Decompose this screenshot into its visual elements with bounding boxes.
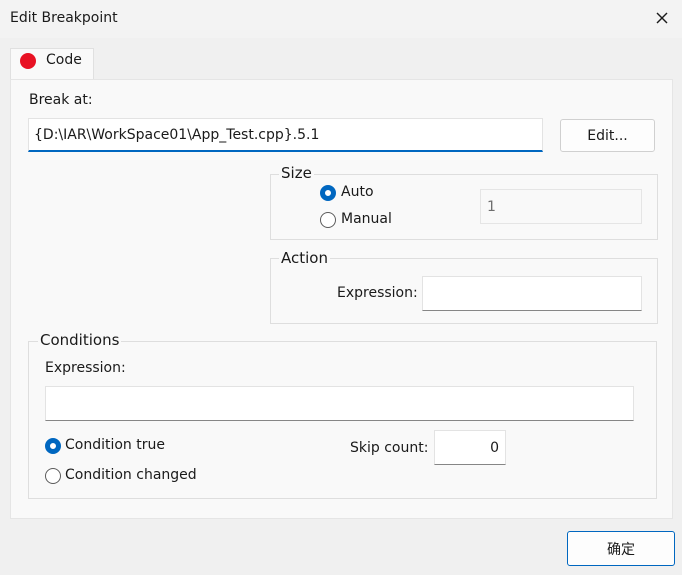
tab-code-label: Code (46, 52, 82, 68)
skip-count-value: 0 (490, 439, 499, 456)
conditions-expression-label: Expression: (45, 360, 126, 376)
window-title: Edit Breakpoint (10, 10, 118, 26)
condition-changed-radio[interactable] (45, 468, 61, 484)
size-manual-value: 1 (487, 198, 496, 215)
red-dot-icon (20, 53, 36, 69)
skip-count-label: Skip count: (350, 440, 429, 456)
condition-changed-label[interactable]: Condition changed (65, 467, 197, 483)
break-at-input[interactable]: {D:\IAR\WorkSpace01\App_Test.cpp}.5.1 (28, 118, 543, 152)
action-legend: Action (279, 249, 330, 267)
conditions-legend: Conditions (38, 331, 122, 349)
action-expression-input[interactable] (422, 276, 642, 311)
skip-count-input[interactable]: 0 (434, 430, 506, 465)
size-auto-label[interactable]: Auto (341, 184, 374, 200)
edit-button-label: Edit... (587, 127, 628, 144)
condition-true-label[interactable]: Condition true (65, 437, 165, 453)
size-legend: Size (279, 164, 314, 182)
conditions-expression-input[interactable] (45, 386, 634, 421)
condition-true-radio[interactable] (45, 438, 61, 454)
size-auto-radio[interactable] (320, 185, 336, 201)
size-manual-label[interactable]: Manual (341, 211, 392, 227)
ok-button[interactable]: 确定 (567, 531, 675, 566)
size-manual-radio[interactable] (320, 212, 336, 228)
ok-button-label: 确定 (607, 541, 635, 558)
action-expression-label: Expression: (337, 285, 418, 301)
break-at-value: {D:\IAR\WorkSpace01\App_Test.cpp}.5.1 (34, 126, 320, 143)
size-manual-input: 1 (480, 189, 642, 224)
close-icon[interactable] (650, 6, 674, 30)
break-at-label: Break at: (29, 92, 93, 108)
edit-button[interactable]: Edit... (560, 119, 655, 152)
